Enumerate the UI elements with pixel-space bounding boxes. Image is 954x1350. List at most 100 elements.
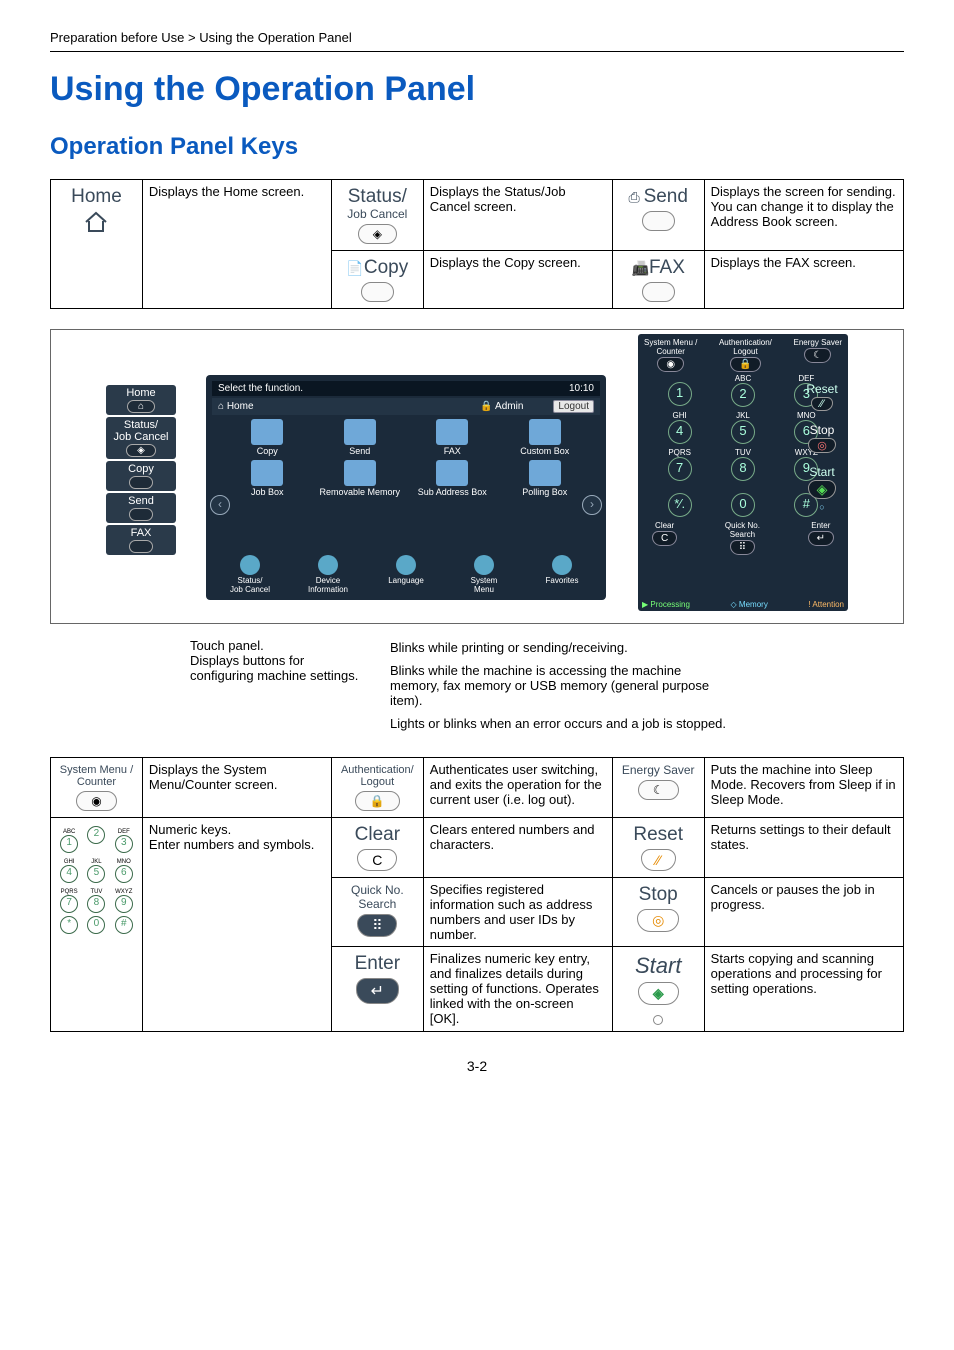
- hw-reset: Reset⁄⁄: [800, 382, 844, 411]
- led-processing: ▶ Processing: [642, 600, 690, 609]
- num-7: 7: [668, 457, 692, 481]
- num-star: *⁄.: [668, 493, 692, 517]
- auth-icon: 🔒: [355, 791, 400, 811]
- touch-removable[interactable]: Removable Memory: [319, 460, 402, 497]
- numeric-key: ABC12DEF3 GHI4JKL5MNO6 PQRS7TUV8WXYZ9 *0…: [51, 818, 143, 1032]
- touch-status-bar: ⌂ Home 🔒 Admin Logout: [212, 398, 600, 415]
- fax-key: 📠FAX: [612, 251, 704, 309]
- touch-fax[interactable]: FAX: [411, 419, 494, 456]
- clear-key: Clear C: [331, 818, 423, 878]
- touch-polling[interactable]: Polling Box: [504, 460, 587, 497]
- touch-nav-left[interactable]: ‹: [210, 495, 230, 515]
- touch-time: 10:10: [569, 383, 594, 394]
- enter-desc: Finalizes numeric key entry, and finaliz…: [423, 947, 612, 1032]
- led-attention: ! Attention: [808, 600, 844, 609]
- touch-bottom-favorites[interactable]: Favorites: [524, 555, 600, 594]
- hw-right-panel: System Menu / Counter◉ Authentication/ L…: [638, 334, 848, 611]
- auth-icon: 🔒: [730, 357, 760, 372]
- callout-processing: Blinks while printing or sending/receivi…: [390, 640, 730, 655]
- touch-bottom-device[interactable]: Device Information: [290, 555, 366, 594]
- touch-app-grid: Copy Send FAX Custom Box Job Box Removab…: [212, 419, 600, 497]
- touch-jobbox[interactable]: Job Box: [226, 460, 309, 497]
- breadcrumb: Preparation before Use > Using the Opera…: [50, 30, 904, 45]
- callout-touchpanel: Touch panel. Displays buttons for config…: [190, 638, 360, 739]
- home-label: Home: [71, 186, 122, 207]
- status-desc: Displays the Status/Job Cancel screen.: [423, 180, 612, 251]
- hw-status-icon: ◈: [126, 444, 156, 457]
- operation-panel-diagram: Home⌂ Status/ Job Cancel ◈ Copy Send FAX …: [50, 329, 904, 624]
- start-desc: Starts copying and scanning operations a…: [704, 947, 903, 1032]
- touch-subaddr[interactable]: Sub Address Box: [411, 460, 494, 497]
- touch-custombox[interactable]: Custom Box: [504, 419, 587, 456]
- copy-icon: 📄: [346, 260, 363, 276]
- reset-icon: ⁄⁄: [641, 849, 676, 871]
- hw-home-icon: ⌂: [127, 400, 155, 413]
- touch-bottom-language[interactable]: Language: [368, 555, 444, 594]
- touch-bottom-bar: Status/ Job Cancel Device Information La…: [212, 555, 600, 594]
- page-title: Using the Operation Panel: [50, 70, 904, 109]
- touch-home[interactable]: ⌂ Home: [218, 401, 254, 412]
- start-icon: ◈: [638, 982, 679, 1005]
- section-title: Operation Panel Keys: [50, 133, 904, 161]
- touch-title-bar: Select the function. 10:10: [212, 381, 600, 396]
- hw-send-key: Send: [106, 493, 176, 523]
- energy-icon: ☾: [638, 780, 679, 800]
- hw-fax-icon: [129, 540, 154, 553]
- status-icon: ◈: [358, 224, 397, 244]
- callout-leds: Blinks while printing or sending/receivi…: [390, 638, 730, 739]
- callout-memory: Blinks while the machine is accessing th…: [390, 663, 730, 708]
- start-led: [653, 1015, 663, 1025]
- top-key-table: Home Displays the Home screen. Status/ J…: [50, 179, 904, 309]
- touch-panel[interactable]: Select the function. 10:10 ⌂ Home 🔒 Admi…: [206, 375, 606, 600]
- hw-copy-icon: [129, 476, 154, 489]
- diagram-callouts: Touch panel. Displays buttons for config…: [190, 638, 904, 739]
- sysmenu-icon: ◉: [76, 791, 116, 811]
- sysmenu-key: System Menu / Counter ◉: [51, 758, 143, 818]
- energy-icon: ☾: [804, 348, 831, 363]
- stop-key: Stop ◎: [612, 878, 704, 947]
- page-number: 3-2: [50, 1058, 904, 1074]
- numeric-desc: Numeric keys. Enter numbers and symbols.: [142, 818, 331, 1032]
- hw-quick: Quick No. Search⠿: [725, 521, 760, 555]
- numpad-icon: ABC12DEF3 GHI4JKL5MNO6 PQRS7TUV8WXYZ9 *0…: [55, 824, 138, 936]
- enter-icon: ↵: [356, 978, 399, 1004]
- status-label: Status/: [348, 186, 407, 207]
- status-key: Status/ Job Cancel ◈: [331, 180, 423, 251]
- home-desc: Displays the Home screen.: [142, 180, 331, 309]
- quick-icon: ⠿: [357, 914, 397, 937]
- touch-logout-button[interactable]: Logout: [553, 400, 594, 413]
- energy-desc: Puts the machine into Sleep Mode. Recove…: [704, 758, 903, 818]
- send-desc: Displays the screen for sending. You can…: [704, 180, 903, 251]
- copy-key: 📄Copy: [331, 251, 423, 309]
- touch-bottom-status[interactable]: Status/ Job Cancel: [212, 555, 288, 594]
- num-1: 1: [668, 382, 692, 406]
- touch-bottom-sysmenu[interactable]: System Menu: [446, 555, 522, 594]
- hw-send-icon: [129, 508, 154, 521]
- copy-label: 📄Copy: [346, 257, 408, 278]
- fax-icon: 📠: [632, 260, 649, 276]
- auth-desc: Authenticates user switching, and exits …: [423, 758, 612, 818]
- hw-side-labels: Reset⁄⁄ Stop◎ Start◈○: [800, 382, 844, 525]
- send-button-icon: [642, 211, 675, 231]
- touch-nav-right[interactable]: ›: [582, 495, 602, 515]
- copy-button-icon: [361, 282, 394, 302]
- send-label: ⎙ Send: [628, 186, 687, 207]
- enter-key: Enter ↵: [331, 947, 423, 1032]
- hw-top-row: System Menu / Counter◉ Authentication/ L…: [644, 338, 842, 372]
- hw-left-column: Home⌂ Status/ Job Cancel◈ Copy Send FAX: [106, 385, 176, 557]
- hw-fax-key: FAX: [106, 525, 176, 555]
- hw-status-leds: ▶ Processing ◇ Memory ! Attention: [642, 600, 844, 609]
- reset-key: Reset ⁄⁄: [612, 818, 704, 878]
- callout-attention: Lights or blinks when an error occurs an…: [390, 716, 730, 731]
- stop-desc: Cancels or pauses the job in progress.: [704, 878, 903, 947]
- num-4: 4: [668, 420, 692, 444]
- hw-sysmenu: System Menu / Counter◉: [644, 338, 697, 372]
- touch-copy[interactable]: Copy: [226, 419, 309, 456]
- hw-clear: ClearC: [652, 521, 677, 546]
- num-0: 0: [731, 493, 755, 517]
- touch-admin: 🔒 Admin: [480, 401, 523, 412]
- hw-home-key: Home⌂: [106, 385, 176, 415]
- hw-stop: Stop◎: [800, 423, 844, 453]
- energy-key: Energy Saver ☾: [612, 758, 704, 818]
- touch-send[interactable]: Send: [319, 419, 402, 456]
